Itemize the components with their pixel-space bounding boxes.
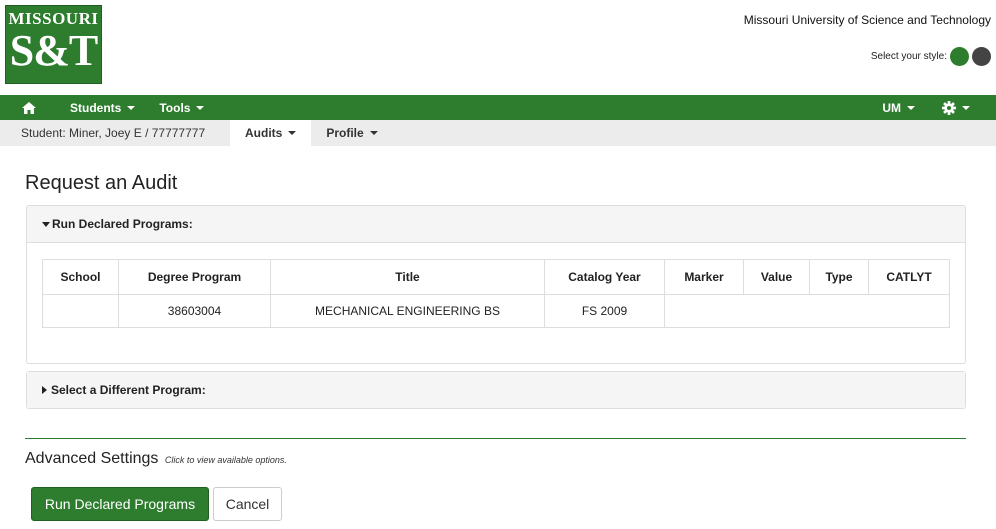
cancel-button[interactable]: Cancel [213, 487, 282, 521]
page-title: Request an Audit [25, 172, 178, 194]
style-green-swatch[interactable] [950, 47, 969, 66]
home-icon [22, 101, 36, 114]
home-button[interactable] [0, 95, 58, 120]
student-subnav: Student: Miner, Joey E / 77777777 Audits… [0, 120, 996, 146]
chevron-down-icon [288, 131, 297, 135]
column-header: Marker [664, 259, 744, 295]
chevron-down-icon [127, 105, 136, 110]
run-declared-programs-button[interactable]: Run Declared Programs [31, 487, 209, 521]
nav-right: UM [870, 95, 996, 120]
chevron-down-icon [907, 105, 915, 110]
advanced-settings-title: Advanced Settings [25, 450, 159, 467]
style-selector-label: Select your style: [870, 51, 947, 62]
nav-campus-um[interactable]: UM [870, 95, 930, 120]
advanced-settings-toggle[interactable]: Advanced Settings Click to view availabl… [25, 450, 287, 468]
different-program-toggle[interactable]: Select a Different Program: [27, 372, 965, 408]
university-name: Missouri University of Science and Techn… [743, 13, 991, 27]
nav-students[interactable]: Students [58, 95, 147, 120]
chevron-down-icon [369, 131, 378, 135]
chevron-down-icon [196, 105, 205, 110]
advanced-settings-hint: Click to view available options. [164, 455, 287, 465]
table-row: 38603004 MECHANICAL ENGINEERING BS FS 20… [42, 294, 950, 328]
caret-down-icon [42, 221, 50, 227]
declared-programs-toggle[interactable]: Run Declared Programs: [27, 206, 965, 243]
different-program-panel: Select a Different Program: [26, 371, 966, 409]
tab-profile[interactable]: Profile [311, 120, 392, 146]
style-dark-swatch[interactable] [972, 47, 991, 66]
main-navbar: Students Tools UM [0, 95, 996, 120]
cell-title: MECHANICAL ENGINEERING BS [270, 294, 545, 328]
column-header: Value [743, 259, 810, 295]
cell-catalog-year: FS 2009 [544, 294, 665, 328]
section-divider [25, 438, 966, 439]
chevron-down-icon [962, 105, 970, 110]
style-selector: Select your style: [871, 47, 991, 66]
cell-school [42, 294, 119, 328]
student-info: Student: Miner, Joey E / 77777777 [21, 126, 206, 140]
nav-settings[interactable] [930, 95, 996, 120]
gear-icon [942, 100, 956, 115]
tab-audits[interactable]: Audits [230, 120, 312, 146]
cell-degree-program: 38603004 [118, 294, 271, 328]
column-header: Degree Program [118, 259, 271, 295]
cell-marker-value-type-catlyt [664, 294, 950, 328]
caret-right-icon [42, 386, 47, 394]
missouri-st-logo[interactable]: MISSOURI S&T [5, 5, 102, 84]
column-header: School [42, 259, 119, 295]
column-header: Type [809, 259, 869, 295]
column-header: CATLYT [868, 259, 950, 295]
column-header: Catalog Year [544, 259, 665, 295]
site-header: MISSOURI S&T Missouri University of Scie… [0, 0, 996, 95]
declared-programs-table: School Degree Program Title Catalog Year… [42, 259, 950, 328]
nav-tools[interactable]: Tools [147, 95, 216, 120]
declared-programs-panel: Run Declared Programs: School Degree Pro… [26, 205, 966, 364]
column-header: Title [270, 259, 545, 295]
